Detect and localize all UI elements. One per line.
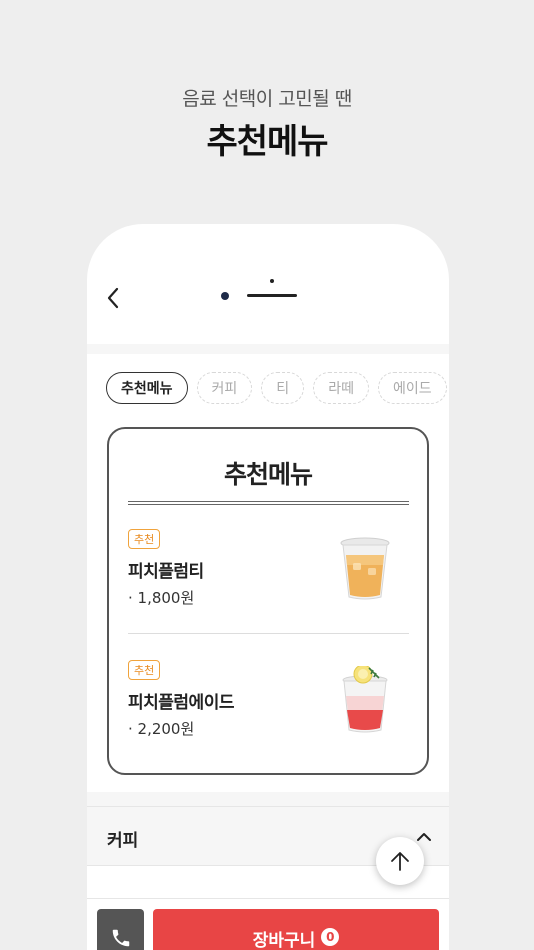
peach-plum-tea-image	[340, 537, 390, 600]
card-title: 추천메뉴	[223, 460, 313, 489]
tab-latte[interactable]: 라떼	[313, 372, 369, 404]
cart-count-badge: 0	[321, 928, 340, 946]
back-button[interactable]	[101, 286, 125, 310]
chevron-up-icon	[415, 827, 433, 845]
cart-button[interactable]: 장바구니 0	[153, 909, 439, 950]
chevron-left-icon	[107, 287, 119, 309]
sensor-dot	[270, 279, 274, 283]
item-name: 피치플럼티	[128, 562, 204, 582]
camera-dot	[221, 292, 229, 300]
menu-item[interactable]: 추천 피치플럼에이드 · 2,200원	[128, 660, 409, 760]
call-button[interactable]	[97, 909, 144, 950]
tab-recommended[interactable]: 추천메뉴	[106, 372, 188, 404]
recommend-badge: 추천	[128, 660, 161, 680]
scroll-top-button[interactable]	[376, 837, 424, 885]
cart-label: 장바구니	[252, 931, 316, 950]
promo-subtitle: 음료 선택이 고민될 땐	[182, 88, 352, 110]
section-label: 커피	[107, 831, 139, 851]
section-gap	[87, 792, 449, 806]
card-divider	[128, 501, 409, 505]
tab-ade[interactable]: 에이드	[377, 372, 447, 404]
recommend-badge: 추천	[128, 529, 161, 549]
item-separator	[128, 633, 409, 634]
tab-tea[interactable]: 티	[261, 372, 305, 404]
speaker-grille	[247, 294, 297, 297]
menu-item[interactable]: 추천 피치플럼티 · 1,800원	[128, 529, 409, 629]
app-header	[87, 224, 449, 344]
tab-coffee[interactable]: 커피	[196, 372, 253, 404]
item-name: 피치플럼에이드	[128, 693, 234, 713]
category-tabs: 추천메뉴 커피 티 라떼 에이드	[106, 372, 447, 404]
item-price: · 1,800원	[128, 589, 195, 607]
promo-title: 추천메뉴	[206, 122, 328, 162]
phone-icon	[112, 929, 129, 947]
bottom-bar: 장바구니 0	[87, 898, 449, 950]
item-price: · 2,200원	[128, 720, 195, 738]
arrow-up-icon	[391, 852, 409, 871]
peach-plum-ade-image	[342, 666, 388, 733]
recommend-card: 추천메뉴 추천 피치플럼티 · 1,800원 추천 피치플럼에이드 · 2,20…	[107, 427, 429, 775]
phone-frame: 추천메뉴 커피 티 라떼 에이드 추천메뉴 추천 피치플럼티 · 1,800원 …	[87, 224, 449, 950]
divider-band	[87, 344, 449, 354]
